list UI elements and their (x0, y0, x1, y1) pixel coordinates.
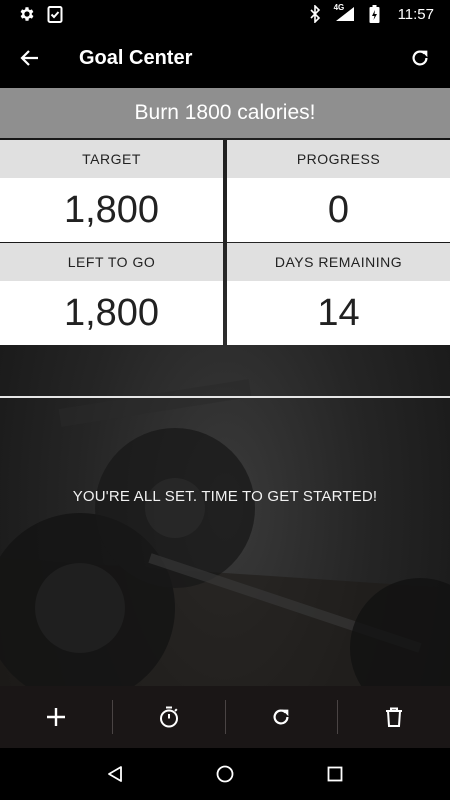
bluetooth-icon (306, 5, 324, 23)
stat-value: 1,800 (0, 281, 223, 345)
stat-label: LEFT TO GO (0, 243, 223, 281)
nav-home-button[interactable] (195, 748, 255, 800)
action-bar (0, 686, 450, 748)
add-icon (46, 708, 65, 726)
settings-icon (18, 5, 36, 23)
nav-recents-button[interactable] (305, 748, 365, 800)
status-message: YOU'RE ALL SET. TIME TO GET STARTED! (72, 488, 378, 505)
stat-days-remaining: DAYS REMAINING 14 (227, 243, 450, 346)
goal-content: Burn 1800 calories! TARGET 1,800 PROGRES… (0, 88, 450, 686)
section-divider (0, 396, 450, 398)
stat-value: 14 (227, 281, 450, 345)
back-triangle-icon (108, 766, 122, 782)
goal-banner: Burn 1800 calories! (0, 88, 450, 138)
stat-left-to-go: LEFT TO GO 1,800 (0, 243, 223, 346)
add-button[interactable] (0, 686, 112, 748)
arrow-left-icon (20, 50, 38, 66)
back-button[interactable] (0, 28, 60, 88)
battery-icon (366, 5, 384, 23)
stat-label: TARGET (0, 140, 223, 178)
stats-grid: TARGET 1,800 PROGRESS 0 LEFT TO GO 1,800… (0, 140, 450, 346)
refresh-icon (273, 709, 289, 725)
home-circle-icon (216, 765, 234, 783)
reset-button[interactable] (226, 686, 338, 748)
stat-value: 1,800 (0, 178, 223, 242)
delete-button[interactable] (338, 686, 450, 748)
stat-target: TARGET 1,800 (0, 140, 223, 243)
recents-square-icon (327, 766, 343, 782)
timer-icon (159, 706, 178, 728)
status-left (18, 5, 64, 23)
stat-progress: PROGRESS 0 (227, 140, 450, 243)
status-time: 11:57 (397, 5, 434, 23)
stat-label: DAYS REMAINING (227, 243, 450, 281)
system-nav-bar (0, 748, 450, 800)
refresh-button[interactable] (390, 28, 450, 88)
trash-icon (386, 707, 403, 727)
stat-label: PROGRESS (227, 140, 450, 178)
page-title: Goal Center (79, 46, 193, 69)
clipboard-check-icon (46, 5, 64, 23)
refresh-icon (412, 50, 428, 66)
signal-icon: 4G (333, 3, 356, 23)
stat-value: 0 (227, 178, 450, 242)
timer-button[interactable] (113, 686, 225, 748)
network-type: 4G (333, 3, 345, 12)
app-bar: Goal Center (0, 28, 450, 88)
status-right: 4G 11:57 (306, 3, 434, 23)
status-bar: 4G 11:57 (0, 0, 450, 28)
nav-back-button[interactable] (85, 748, 145, 800)
